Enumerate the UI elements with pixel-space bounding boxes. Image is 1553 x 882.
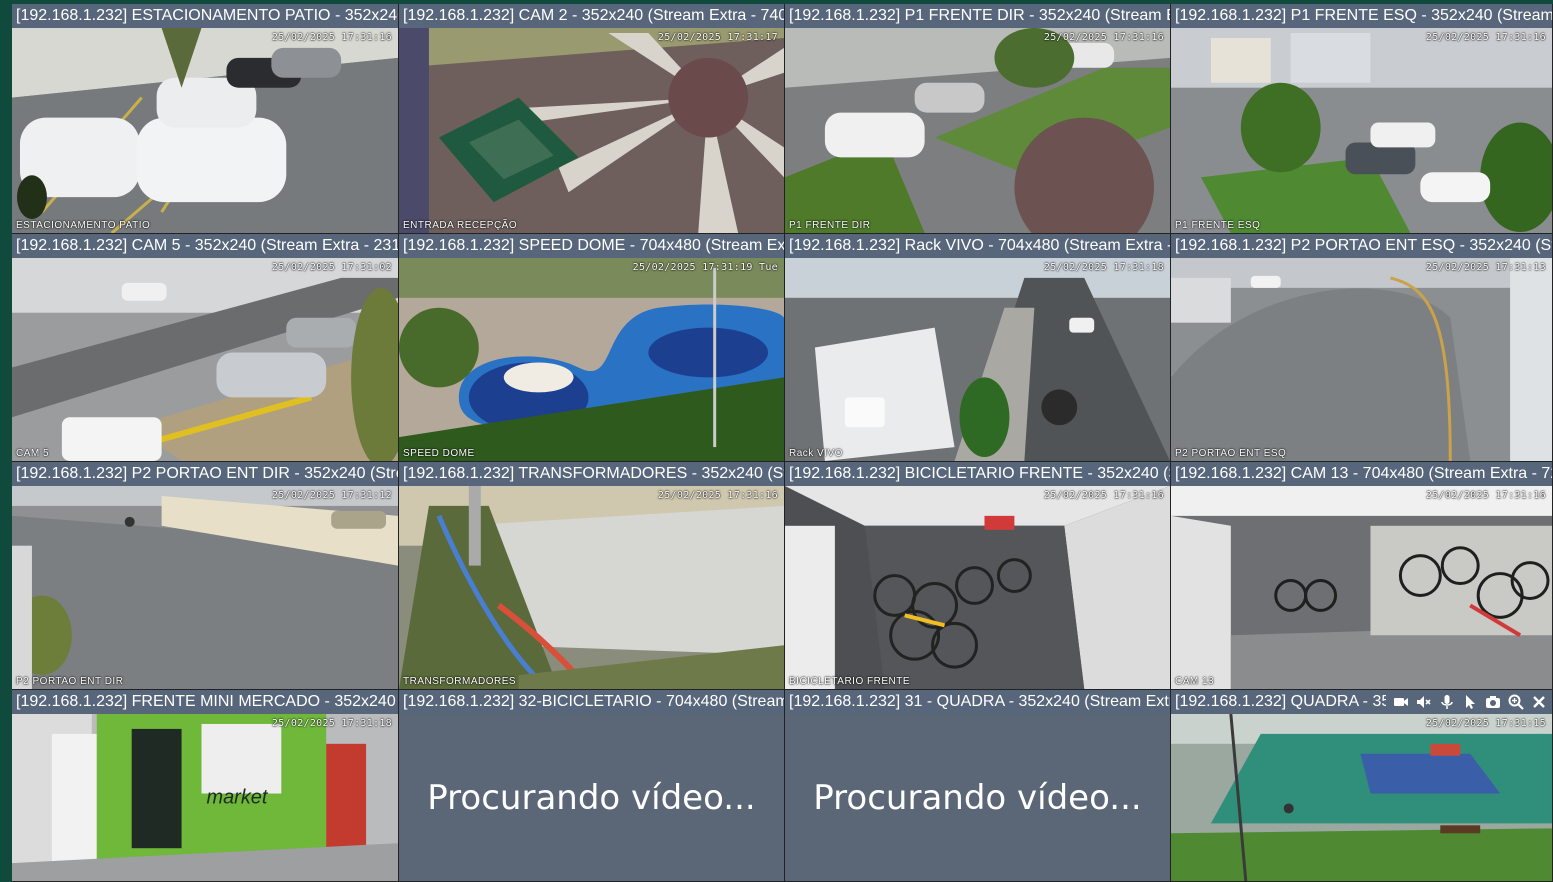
camera-tile-speed-dome[interactable]: [192.168.1.232] SPEED DOME - 704x480 (St… bbox=[399, 234, 785, 462]
camera-title: [192.168.1.232] TRANSFORMADORES - 352x24… bbox=[399, 462, 784, 486]
timestamp-overlay: 25/02/2025 17:31:19 Tue bbox=[632, 262, 778, 273]
camera-tile-frente-mini-mercado[interactable]: [192.168.1.232] FRENTE MINI MERCADO - 35… bbox=[12, 690, 399, 882]
camera-tile-cam-13[interactable]: [192.168.1.232] CAM 13 - 704x480 (Stream… bbox=[1171, 462, 1553, 690]
close-icon[interactable] bbox=[1530, 693, 1548, 711]
camera-overlay-label: CAM 5 bbox=[16, 448, 50, 459]
camera-title: [192.168.1.232] CAM 2 - 352x240 (Stream … bbox=[399, 4, 784, 28]
timestamp-overlay: 25/02/2025 17:31:15 bbox=[1425, 718, 1546, 729]
camera-title: [192.168.1.232] BICICLETARIO FRENTE - 35… bbox=[785, 462, 1170, 486]
timestamp-overlay: 25/02/2025 17:31:02 bbox=[271, 262, 392, 273]
video-feed[interactable]: market bbox=[12, 714, 398, 881]
camera-overlay-label: Rack VIVO bbox=[789, 448, 843, 459]
camera-overlay-label: ESTACIONAMENTO PATIO bbox=[16, 220, 151, 231]
video-feed[interactable] bbox=[12, 28, 398, 233]
video-feed[interactable] bbox=[12, 486, 398, 689]
camera-title: [192.168.1.232] CAM 5 - 352x240 (Stream … bbox=[12, 234, 398, 258]
video-feed[interactable] bbox=[1171, 28, 1552, 233]
timestamp-overlay: 25/02/2025 17:31:18 bbox=[1043, 262, 1164, 273]
video-feed[interactable] bbox=[785, 258, 1170, 461]
video-feed[interactable] bbox=[399, 258, 784, 461]
timestamp-overlay: 25/02/2025 17:31:16 bbox=[657, 490, 778, 501]
no-video-status: Procurando vídeo... bbox=[399, 714, 784, 881]
camera-title: [192.168.1.232] 32-BICICLETARIO - 704x48… bbox=[399, 690, 784, 714]
camera-overlay-label: SPEED DOME bbox=[403, 448, 475, 459]
camera-title: [192.168.1.232] FRENTE MINI MERCADO - 35… bbox=[12, 690, 398, 714]
camera-title: [192.168.1.232] P2 PORTAO ENT DIR - 352x… bbox=[12, 462, 398, 486]
camera-tile-p2-portao-ent-dir[interactable]: [192.168.1.232] P2 PORTAO ENT DIR - 352x… bbox=[12, 462, 399, 690]
timestamp-overlay: 25/02/2025 17:31:12 bbox=[271, 490, 392, 501]
timestamp-overlay: 25/02/2025 17:31:13 bbox=[1425, 262, 1546, 273]
svg-text:market: market bbox=[206, 786, 268, 808]
video-feed[interactable] bbox=[399, 486, 784, 689]
video-feed[interactable] bbox=[1171, 714, 1552, 881]
timestamp-overlay: 25/02/2025 17:31:18 bbox=[271, 718, 392, 729]
camera-overlay-label: ENTRADA RECEPÇÃO bbox=[403, 220, 518, 231]
camera-tile-quadra[interactable]: [192.168.1.232] QUADRA - 352 25/02/2025 … bbox=[1171, 690, 1553, 882]
camera-tile-cam-5[interactable]: [192.168.1.232] CAM 5 - 352x240 (Stream … bbox=[12, 234, 399, 462]
video-feed[interactable] bbox=[12, 258, 398, 461]
camera-tile-p1-frente-dir[interactable]: [192.168.1.232] P1 FRENTE DIR - 352x240 … bbox=[785, 4, 1171, 234]
camera-tile-cam-2[interactable]: [192.168.1.232] CAM 2 - 352x240 (Stream … bbox=[399, 4, 785, 234]
video-camera-icon[interactable] bbox=[1392, 693, 1410, 711]
camera-title: [192.168.1.232] P1 FRENTE ESQ - 352x240 … bbox=[1171, 4, 1552, 28]
camera-tile-p1-frente-esq[interactable]: [192.168.1.232] P1 FRENTE ESQ - 352x240 … bbox=[1171, 4, 1553, 234]
zoom-icon[interactable] bbox=[1507, 693, 1525, 711]
video-feed[interactable] bbox=[785, 28, 1170, 233]
pointer-icon[interactable] bbox=[1461, 693, 1479, 711]
video-feed[interactable] bbox=[399, 28, 784, 233]
no-video-status: Procurando vídeo... bbox=[785, 714, 1170, 881]
camera-overlay-label: BICICLETARIO FRENTE bbox=[789, 676, 910, 687]
camera-title: [192.168.1.232] SPEED DOME - 704x480 (St… bbox=[399, 234, 784, 258]
camera-title: [192.168.1.232] CAM 13 - 704x480 (Stream… bbox=[1171, 462, 1552, 486]
camera-title: [192.168.1.232] Rack VIVO - 704x480 (Str… bbox=[785, 234, 1170, 258]
timestamp-overlay: 25/02/2025 17:31:17 bbox=[657, 32, 778, 43]
camera-tile-p2-portao-ent-esq[interactable]: [192.168.1.232] P2 PORTAO ENT ESQ - 352x… bbox=[1171, 234, 1553, 462]
video-feed[interactable] bbox=[1171, 258, 1552, 461]
camera-title: [192.168.1.232] P1 FRENTE DIR - 352x240 … bbox=[785, 4, 1170, 28]
video-feed[interactable] bbox=[785, 486, 1170, 689]
timestamp-overlay: 25/02/2025 17:31:16 bbox=[1425, 32, 1546, 43]
camera-title: [192.168.1.232] P2 PORTAO ENT ESQ - 352x… bbox=[1171, 234, 1552, 258]
camera-tile-rack-vivo[interactable]: [192.168.1.232] Rack VIVO - 704x480 (Str… bbox=[785, 234, 1171, 462]
camera-tile-estacionamento-patio[interactable]: [192.168.1.232] ESTACIONAMENTO PATIO - 3… bbox=[12, 4, 399, 234]
mute-icon[interactable] bbox=[1415, 693, 1433, 711]
camera-tile-31-quadra[interactable]: [192.168.1.232] 31 - QUADRA - 352x240 (S… bbox=[785, 690, 1171, 882]
camera-overlay-label: TRANSFORMADORES bbox=[403, 676, 517, 687]
camera-overlay-label: P2 PORTAO ENT ESQ bbox=[1175, 448, 1287, 459]
video-feed[interactable] bbox=[1171, 486, 1552, 689]
camera-grid: [192.168.1.232] ESTACIONAMENTO PATIO - 3… bbox=[12, 4, 1553, 882]
camera-overlay-label: P1 FRENTE DIR bbox=[789, 220, 871, 231]
camera-overlay-label: P2 PORTAO ENT DIR bbox=[16, 676, 124, 687]
camera-overlay-label: CAM 13 bbox=[1175, 676, 1215, 687]
camera-title: [192.168.1.232] ESTACIONAMENTO PATIO - 3… bbox=[12, 4, 398, 28]
timestamp-overlay: 25/02/2025 17:31:16 bbox=[1425, 490, 1546, 501]
camera-title: [192.168.1.232] 31 - QUADRA - 352x240 (S… bbox=[785, 690, 1170, 714]
camera-tile-bicicletario-frente[interactable]: [192.168.1.232] BICICLETARIO FRENTE - 35… bbox=[785, 462, 1171, 690]
tile-toolbar bbox=[1386, 690, 1552, 714]
snapshot-icon[interactable] bbox=[1484, 693, 1502, 711]
timestamp-overlay: 25/02/2025 17:31:16 bbox=[271, 32, 392, 43]
camera-overlay-label: P1 FRENTE ESQ bbox=[1175, 220, 1261, 231]
timestamp-overlay: 25/02/2025 17:31:16 bbox=[1043, 490, 1164, 501]
camera-tile-transformadores[interactable]: [192.168.1.232] TRANSFORMADORES - 352x24… bbox=[399, 462, 785, 690]
timestamp-overlay: 25/02/2025 17:31:16 bbox=[1043, 32, 1164, 43]
camera-tile-32-bicicletario[interactable]: [192.168.1.232] 32-BICICLETARIO - 704x48… bbox=[399, 690, 785, 882]
microphone-icon[interactable] bbox=[1438, 693, 1456, 711]
